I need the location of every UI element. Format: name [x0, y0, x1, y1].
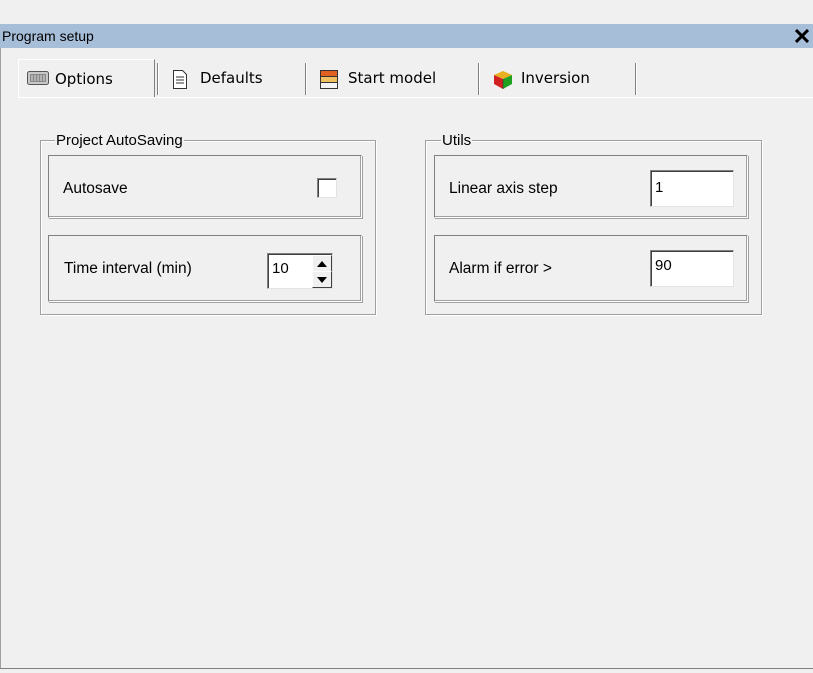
- utils-group: Utils Linear axis step 1 Alarm if error …: [425, 132, 762, 315]
- tab-defaults[interactable]: Defaults: [164, 59, 304, 97]
- autosave-label: Autosave: [63, 180, 128, 197]
- cube-icon: [493, 70, 513, 89]
- window-bottom-edge: [0, 668, 813, 673]
- model-icon: [320, 69, 340, 89]
- alarm-input[interactable]: 90: [650, 250, 734, 287]
- tab-separator: [305, 63, 307, 95]
- project-autosaving-title: Project AutoSaving: [55, 132, 184, 149]
- options-icon: [27, 70, 49, 87]
- tab-inversion[interactable]: Inversion: [485, 59, 633, 97]
- tab-separator: [478, 63, 480, 95]
- linear-axis-step-input[interactable]: 1: [650, 170, 734, 207]
- linear-axis-step-value: 1: [655, 179, 664, 196]
- window-title: Program setup: [2, 28, 94, 44]
- tab-separator: [157, 63, 159, 95]
- arrow-down-icon: [317, 276, 327, 283]
- tab-options[interactable]: Options: [18, 59, 155, 97]
- alarm-row: Alarm if error > 90: [434, 235, 748, 302]
- program-setup-window: Program setup Options Defaults Start mod…: [0, 0, 813, 673]
- alarm-label: Alarm if error >: [449, 260, 552, 277]
- tab-inversion-label: Inversion: [521, 69, 590, 87]
- close-icon: [794, 28, 810, 44]
- window-left-edge: [0, 48, 1, 670]
- linear-axis-step-row: Linear axis step 1: [434, 155, 748, 218]
- tab-separator: [635, 63, 637, 95]
- alarm-value: 90: [655, 257, 672, 274]
- title-bar[interactable]: Program setup: [0, 24, 813, 48]
- arrow-up-icon: [317, 260, 327, 267]
- document-icon: [172, 69, 192, 89]
- project-autosaving-group: Project AutoSaving Autosave Time interva…: [40, 132, 376, 315]
- spin-up-button[interactable]: [312, 255, 332, 272]
- autosave-row: Autosave: [48, 155, 362, 218]
- tab-start-model-label: Start model: [348, 69, 437, 87]
- tab-strip: Options Defaults Start model Inversion: [18, 59, 798, 97]
- linear-axis-step-label: Linear axis step: [449, 180, 558, 197]
- close-button[interactable]: [791, 24, 813, 48]
- time-interval-label: Time interval (min): [64, 260, 192, 277]
- tab-defaults-label: Defaults: [200, 69, 263, 87]
- tab-options-label: Options: [55, 69, 113, 88]
- time-interval-value: 10: [272, 260, 289, 277]
- spin-down-button[interactable]: [312, 271, 332, 288]
- tab-start-model[interactable]: Start model: [312, 59, 478, 97]
- tab-page-edge: [18, 97, 813, 99]
- utils-title: Utils: [441, 132, 473, 149]
- autosave-checkbox[interactable]: [317, 178, 337, 198]
- time-interval-row: Time interval (min) 10: [48, 235, 362, 302]
